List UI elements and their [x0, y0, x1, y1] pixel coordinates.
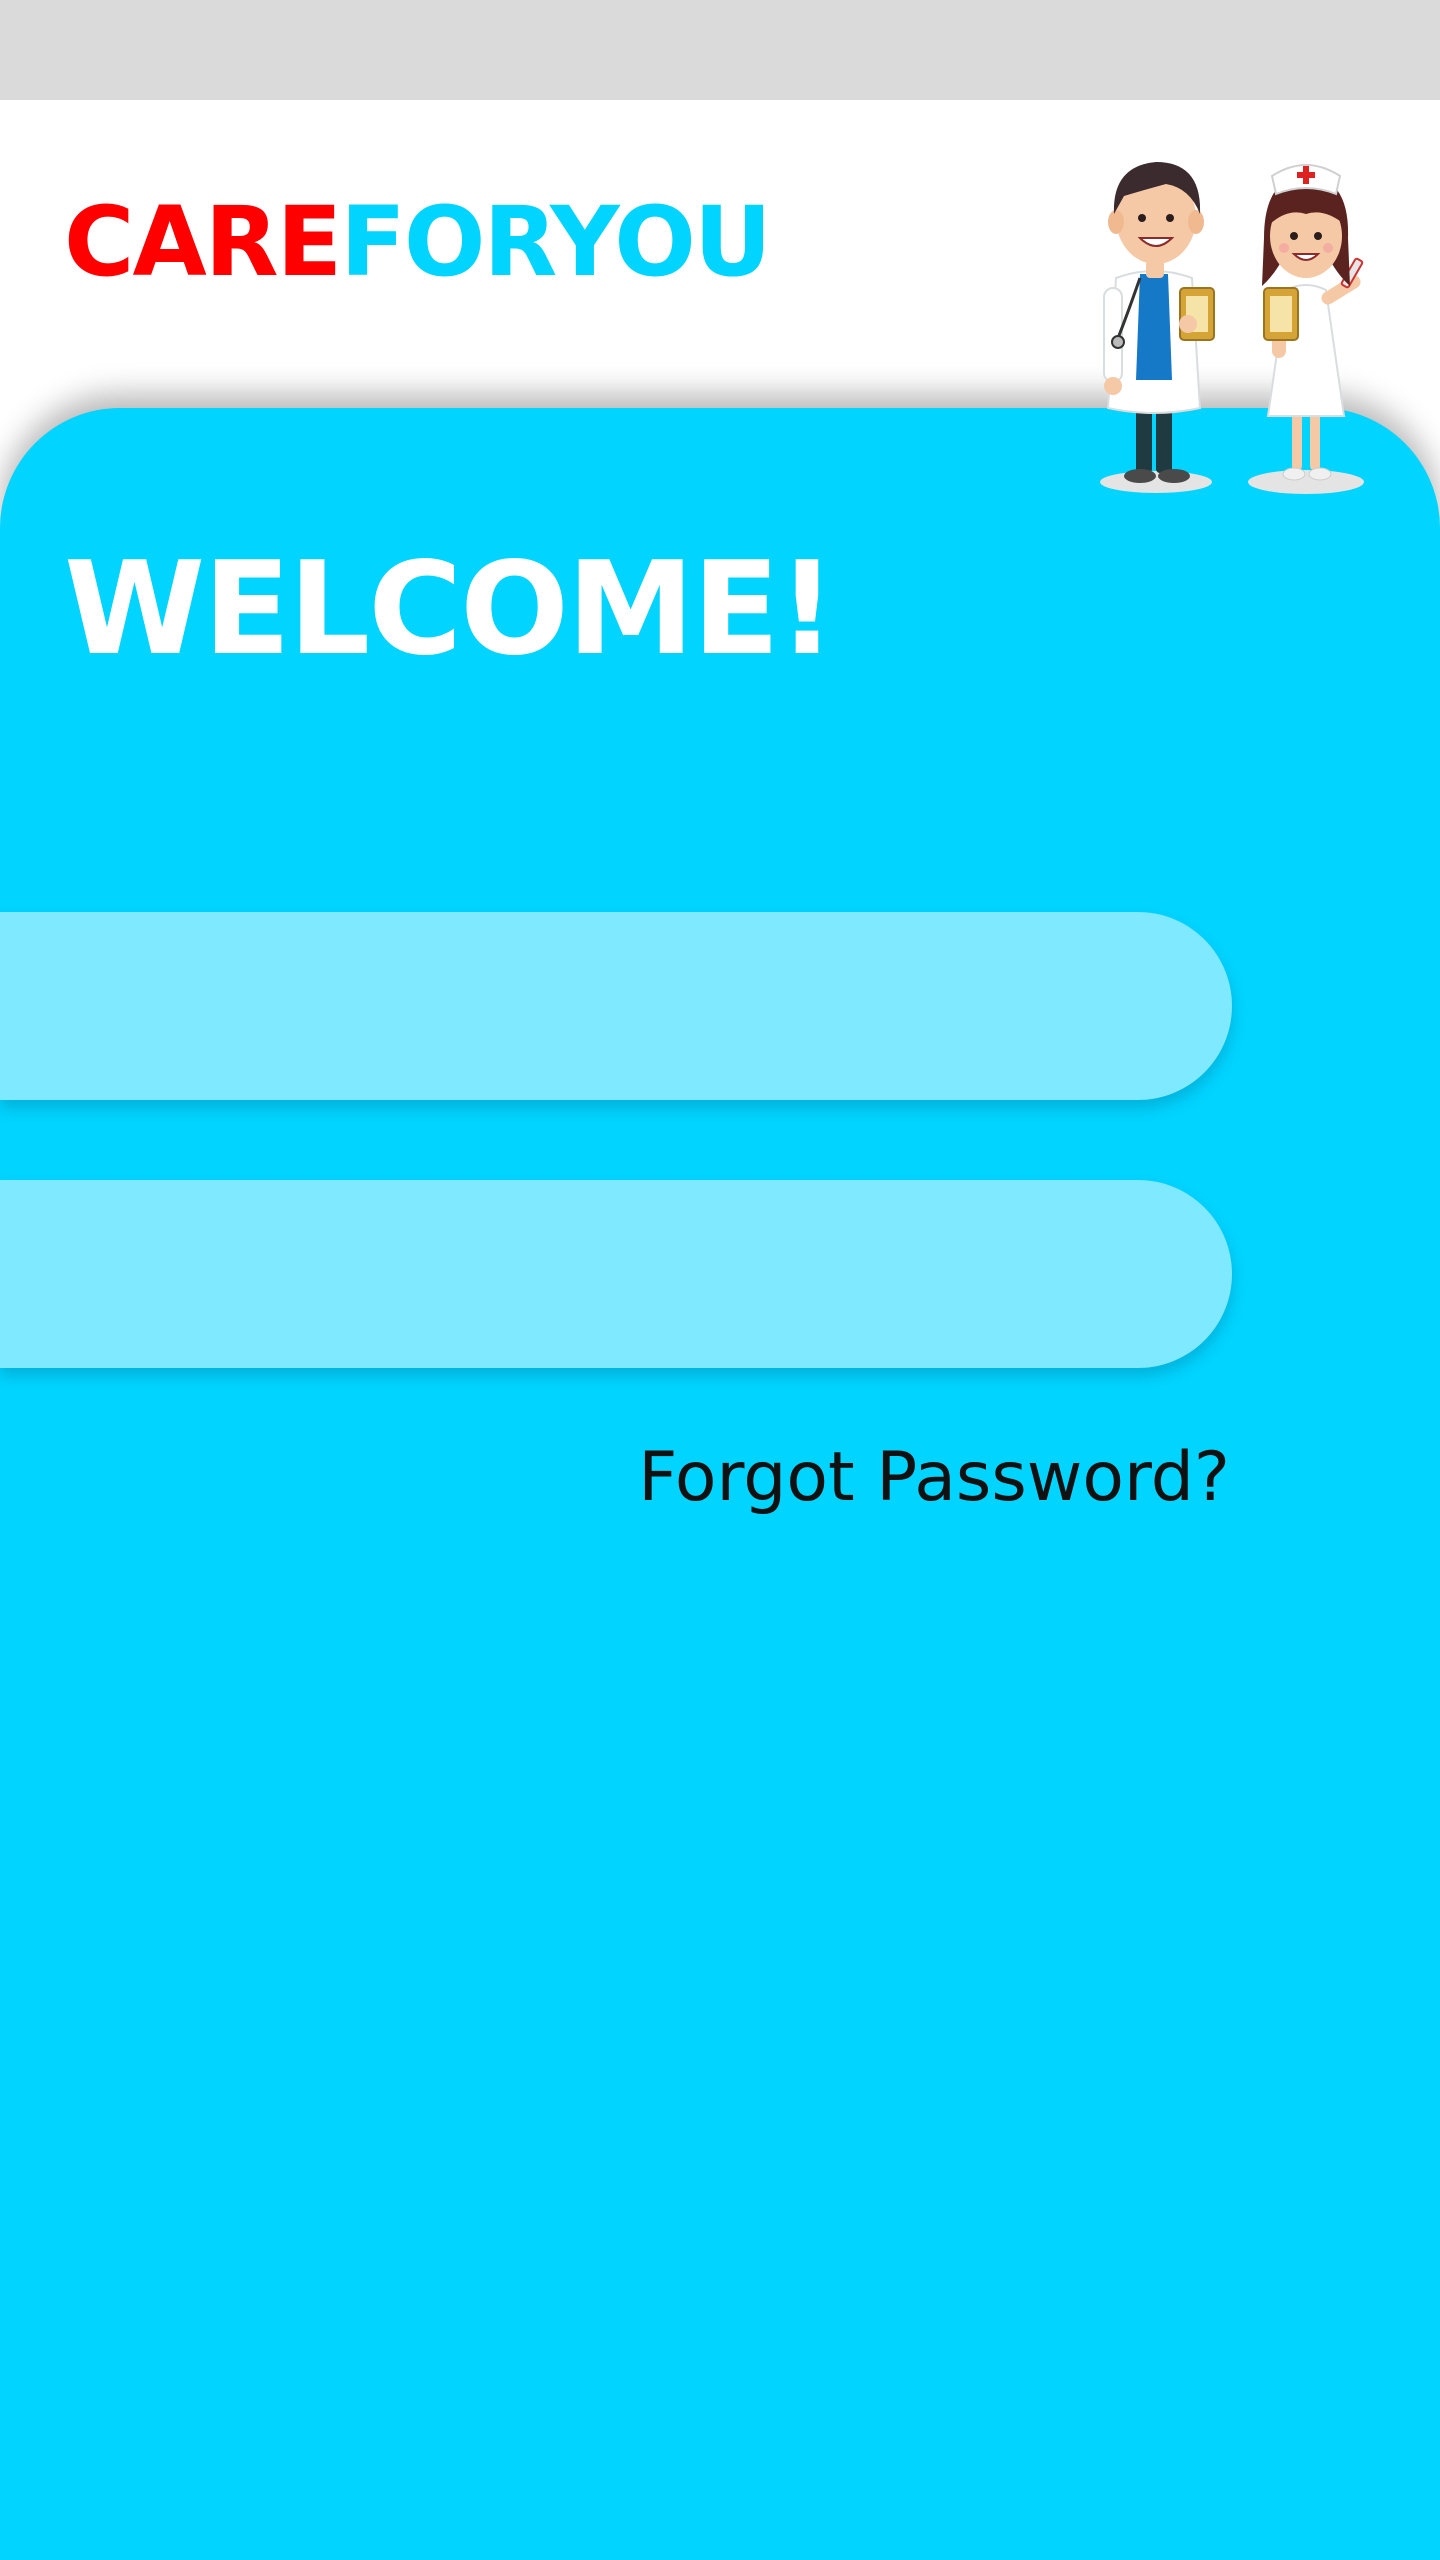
doctor-and-nurse-illustration-icon [1100, 162, 1364, 494]
username-field[interactable] [0, 912, 1232, 1100]
welcome-title: WELCOME! [64, 535, 836, 684]
logo-care-text: CARE [64, 186, 342, 298]
logo-foryou-text: FORYOU [340, 186, 772, 298]
login-screen: CAREFORYOU WELCOME! Forgot Password? [0, 0, 1440, 2560]
status-bar [0, 0, 1440, 100]
password-field[interactable] [0, 1180, 1232, 1368]
app-logo: CAREFORYOU [64, 194, 772, 290]
login-panel: WELCOME! Forgot Password? [0, 408, 1440, 2560]
forgot-password-link[interactable]: Forgot Password? [638, 1438, 1230, 1517]
